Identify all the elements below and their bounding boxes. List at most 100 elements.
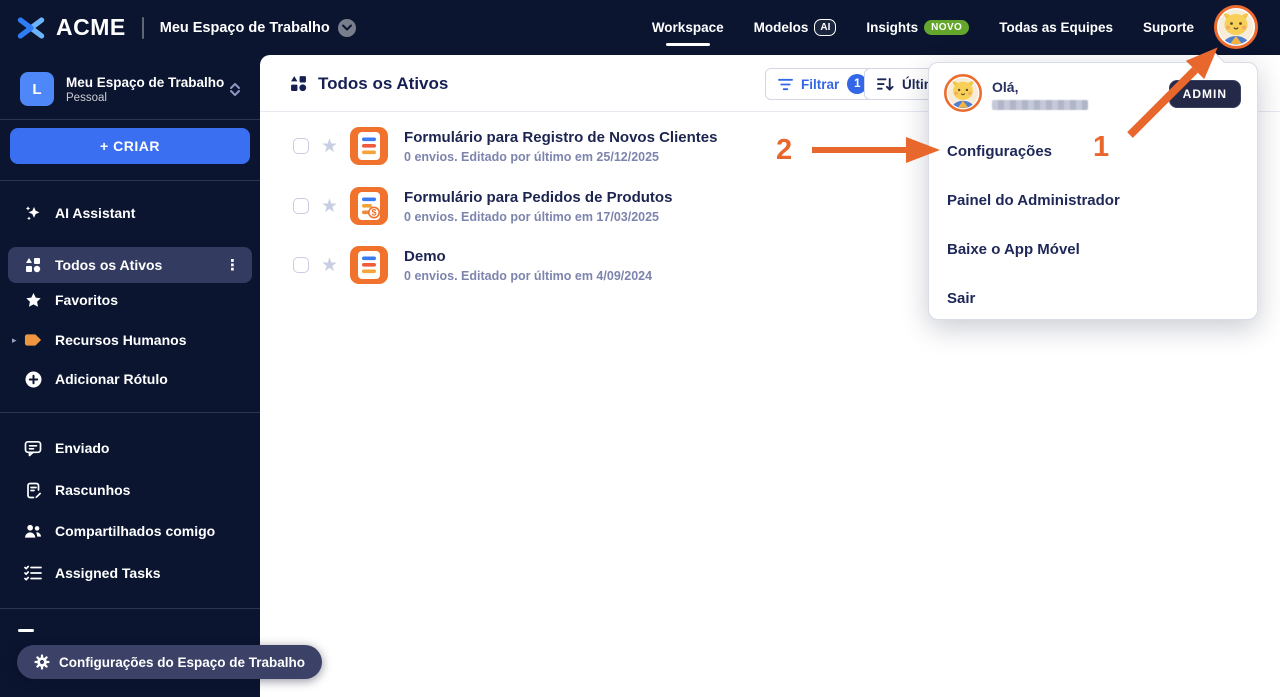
star-icon[interactable]: ★ <box>321 137 338 156</box>
form-money-icon: $ <box>350 187 389 225</box>
sidebar-item-label: Adicionar Rótulo <box>55 371 168 387</box>
asset-meta: 0 envios. Editado por último em 17/03/20… <box>404 209 659 224</box>
chevron-down-icon <box>337 18 356 37</box>
asset-title[interactable]: Formulário para Registro de Novos Client… <box>404 129 717 146</box>
sort-icon <box>877 77 894 92</box>
brand-name: ACME <box>56 14 126 40</box>
topbar: ACME Meu Espaço de Trabalho Workspace Mo… <box>0 0 1280 55</box>
label-tag-icon <box>24 333 42 347</box>
user-avatar[interactable] <box>1214 5 1258 49</box>
checklist-icon <box>24 565 42 581</box>
partially-hidden-item <box>18 629 34 632</box>
ai-badge: AI <box>814 19 837 36</box>
top-navigation: Workspace Modelos AI Insights NOVO Todas… <box>652 0 1194 55</box>
brand: ACME Meu Espaço de Trabalho <box>16 0 356 55</box>
sidebar-item-label: Enviado <box>55 440 110 456</box>
sidebar-item-label: Recursos Humanos <box>55 332 187 348</box>
row-checkbox[interactable] <box>293 198 309 214</box>
asset-meta: 0 envios. Editado por último em 4/09/202… <box>404 268 653 283</box>
asset-row: ★ Demo 0 envios. Editado por último em 4… <box>260 237 960 293</box>
filter-icon <box>778 78 793 91</box>
sidebar-item-label: Todos os Ativos <box>55 257 163 273</box>
user-dropdown-menu: Olá, ADMIN Configurações Painel do Admin… <box>928 51 1259 323</box>
page-title: Todos os Ativos <box>318 73 449 93</box>
novo-badge: NOVO <box>924 20 970 35</box>
row-checkbox[interactable] <box>293 257 309 273</box>
sidebar-item-label: AI Assistant <box>55 205 136 221</box>
divider <box>141 16 144 39</box>
grid-shapes-icon <box>290 75 307 92</box>
star-icon <box>24 292 42 309</box>
expand-caret-icon[interactable]: ▸ <box>12 335 17 346</box>
kebab-menu-icon[interactable]: ⋮ <box>225 258 240 273</box>
workspace-type: Pessoal <box>66 91 107 104</box>
document-pencil-icon <box>24 482 42 499</box>
sidebar-item-rascunhos[interactable]: Rascunhos <box>8 472 252 508</box>
workspace-settings-label: Configurações do Espaço de Trabalho <box>59 654 306 670</box>
workspace-switcher-label: Meu Espaço de Trabalho <box>159 19 330 36</box>
people-icon <box>24 523 42 539</box>
gear-icon <box>34 654 50 670</box>
divider <box>0 412 260 413</box>
form-icon <box>350 246 389 284</box>
nav-modelos[interactable]: Modelos AI <box>754 0 837 55</box>
acme-logo-icon <box>16 15 46 41</box>
asset-title[interactable]: Formulário para Pedidos de Produtos <box>404 189 672 206</box>
message-icon <box>24 440 42 457</box>
nav-insights[interactable]: Insights NOVO <box>866 0 970 55</box>
sidebar-workspace-selector[interactable]: L Meu Espaço de Trabalho Pessoal <box>0 65 260 113</box>
divider <box>0 608 260 609</box>
redacted-username <box>992 100 1088 110</box>
nav-workspace-label: Workspace <box>651 20 724 35</box>
sidebar-item-label: Rascunhos <box>55 482 131 498</box>
sidebar-item-favoritos[interactable]: Favoritos <box>8 282 252 318</box>
menu-item-sair[interactable]: Sair <box>929 274 1259 323</box>
plus-circle-icon <box>24 371 42 388</box>
sidebar-item-recursos-humanos[interactable]: ▸ Recursos Humanos <box>8 322 252 358</box>
nav-workspace[interactable]: Workspace <box>652 0 724 55</box>
menu-item-painel-do-administrador[interactable]: Painel do Administrador <box>929 176 1259 225</box>
asset-meta: 0 envios. Editado por último em 25/12/20… <box>404 149 659 164</box>
asset-title[interactable]: Demo <box>404 248 652 265</box>
sparkles-icon <box>24 204 42 222</box>
workspace-avatar: L <box>20 72 54 106</box>
filter-button[interactable]: Filtrar 1 <box>765 68 881 100</box>
menu-item-configuracoes[interactable]: Configurações <box>929 127 1259 176</box>
sidebar-item-todos-os-ativos[interactable]: Todos os Ativos ⋮ <box>8 247 252 283</box>
chevron-up-down-icon <box>230 82 240 96</box>
nav-suporte-label: Suporte <box>1142 20 1194 35</box>
user-menu-header: Olá, ADMIN <box>929 63 1257 127</box>
sidebar-item-adicionar-rotulo[interactable]: Adicionar Rótulo <box>8 361 252 397</box>
star-icon[interactable]: ★ <box>321 197 338 216</box>
asset-row: ★ $ Formulário para Pedidos de Produtos … <box>260 178 960 234</box>
divider <box>0 119 260 120</box>
nav-modelos-label: Modelos <box>753 20 809 35</box>
sidebar-item-assigned-tasks[interactable]: Assigned Tasks <box>8 555 252 591</box>
row-checkbox[interactable] <box>293 138 309 154</box>
star-icon[interactable]: ★ <box>321 256 338 275</box>
sidebar-item-ai-assistant[interactable]: AI Assistant <box>8 195 252 231</box>
sidebar-item-enviado[interactable]: Enviado <box>8 430 252 466</box>
sidebar-item-label: Favoritos <box>55 292 119 308</box>
admin-badge: ADMIN <box>1168 80 1241 108</box>
greeting-text: Olá, <box>992 79 1019 95</box>
form-icon <box>350 127 389 165</box>
workspace-switcher[interactable]: Meu Espaço de Trabalho <box>159 18 356 37</box>
sidebar-item-compartilhados-comigo[interactable]: Compartilhados comigo <box>8 513 252 549</box>
create-button[interactable]: + CRIAR <box>10 128 250 164</box>
workspace-settings-pill[interactable]: Configurações do Espaço de Trabalho <box>17 645 323 679</box>
user-avatar <box>944 74 982 112</box>
workspace-name: Meu Espaço de Trabalho <box>66 74 225 90</box>
nav-suporte[interactable]: Suporte <box>1143 0 1194 55</box>
sidebar: L Meu Espaço de Trabalho Pessoal + CRIAR… <box>0 55 260 697</box>
menu-item-baixe-o-app-movel[interactable]: Baixe o App Móvel <box>929 225 1259 274</box>
grid-shapes-icon <box>24 257 42 273</box>
divider <box>0 180 260 181</box>
svg-text:$: $ <box>372 208 377 218</box>
sidebar-item-label: Assigned Tasks <box>55 565 161 581</box>
sidebar-item-label: Compartilhados comigo <box>55 523 216 539</box>
nav-todas-as-equipes[interactable]: Todas as Equipes <box>999 0 1113 55</box>
nav-insights-label: Insights <box>866 20 919 35</box>
filter-button-label: Filtrar <box>801 76 840 92</box>
asset-row: ★ Formulário para Registro de Novos Clie… <box>260 118 960 174</box>
